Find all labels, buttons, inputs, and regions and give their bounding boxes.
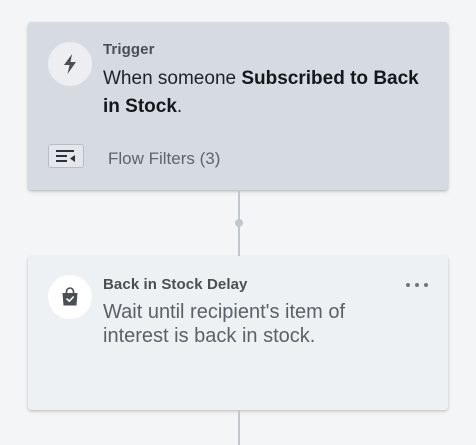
more-dot [406,283,410,287]
delay-label: Back in Stock Delay [103,276,248,293]
connector-line [238,410,240,445]
back-in-stock-delay-card[interactable]: Back in Stock Delay Wait until recipient… [28,256,448,410]
trigger-card[interactable]: Trigger When someone Subscribed to Back … [28,22,448,190]
shopping-bag-icon [62,287,78,306]
trigger-desc-suffix: . [176,96,183,117]
trigger-icon-badge [48,42,92,86]
lightning-bolt-icon [64,54,76,74]
trigger-description: When someone Subscribed to Back in Stock… [103,65,423,121]
more-dot [424,283,428,287]
delay-icon-badge [48,275,92,319]
trigger-label: Trigger [103,41,155,58]
connector-add-point[interactable] [235,219,243,227]
trigger-desc-prefix: When someone [103,68,242,89]
more-dot [415,283,419,287]
flow-filters-label[interactable]: Flow Filters (3) [108,149,220,169]
more-options-icon[interactable] [406,278,428,292]
flow-canvas: Trigger When someone Subscribed to Back … [0,0,476,445]
delay-description: Wait until recipient's item of interest … [103,301,346,347]
flow-filters-button[interactable] [48,144,84,168]
filter-list-icon [56,150,75,162]
